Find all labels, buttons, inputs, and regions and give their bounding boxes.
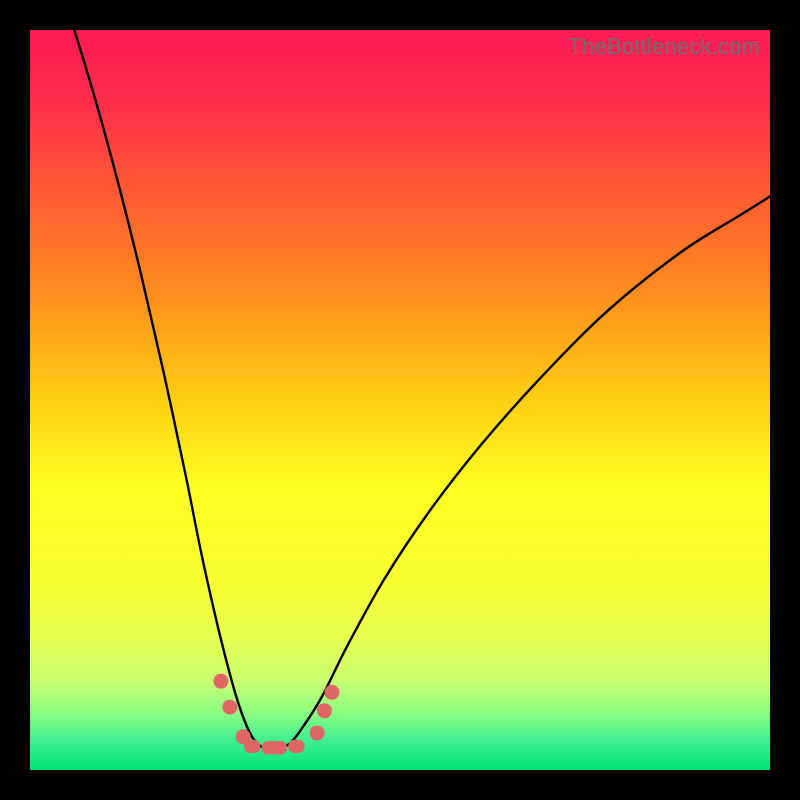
trough-marker — [262, 741, 287, 754]
curve-left — [74, 30, 274, 749]
watermark-text: TheBottleneck.com — [568, 34, 760, 60]
trough-marker — [324, 685, 339, 700]
curve-layer — [30, 30, 770, 770]
curve-right — [274, 197, 770, 750]
trough-marker — [222, 700, 237, 715]
trough-marker — [317, 703, 332, 718]
plot-area: TheBottleneck.com — [30, 30, 770, 770]
trough-marker — [213, 674, 228, 689]
chart-frame: TheBottleneck.com — [0, 0, 800, 800]
trough-marker — [288, 740, 304, 753]
trough-marker — [310, 726, 325, 741]
trough-marker — [244, 740, 260, 753]
